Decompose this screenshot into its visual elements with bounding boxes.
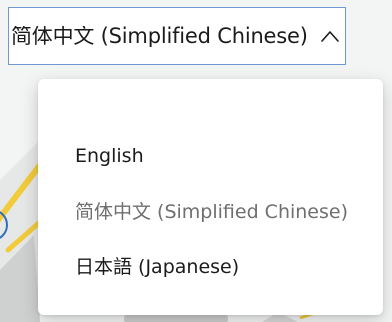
menu-item-label: 日本語 (Japanese) <box>75 256 240 278</box>
chevron-up-icon <box>319 25 341 47</box>
menu-item-english[interactable]: English <box>38 128 383 183</box>
language-select[interactable]: 简体中文 (Simplified Chinese) <box>8 7 346 65</box>
menu-item-simplified-chinese[interactable]: 简体中文 (Simplified Chinese) <box>38 183 383 238</box>
language-dropdown-menu: English 简体中文 (Simplified Chinese) 日本語 (J… <box>38 79 383 315</box>
menu-item-label: 简体中文 (Simplified Chinese) <box>75 201 348 223</box>
menu-item-japanese[interactable]: 日本語 (Japanese) <box>38 238 383 293</box>
language-select-value: 简体中文 (Simplified Chinese) <box>11 25 308 47</box>
menu-item-label: English <box>75 144 144 167</box>
